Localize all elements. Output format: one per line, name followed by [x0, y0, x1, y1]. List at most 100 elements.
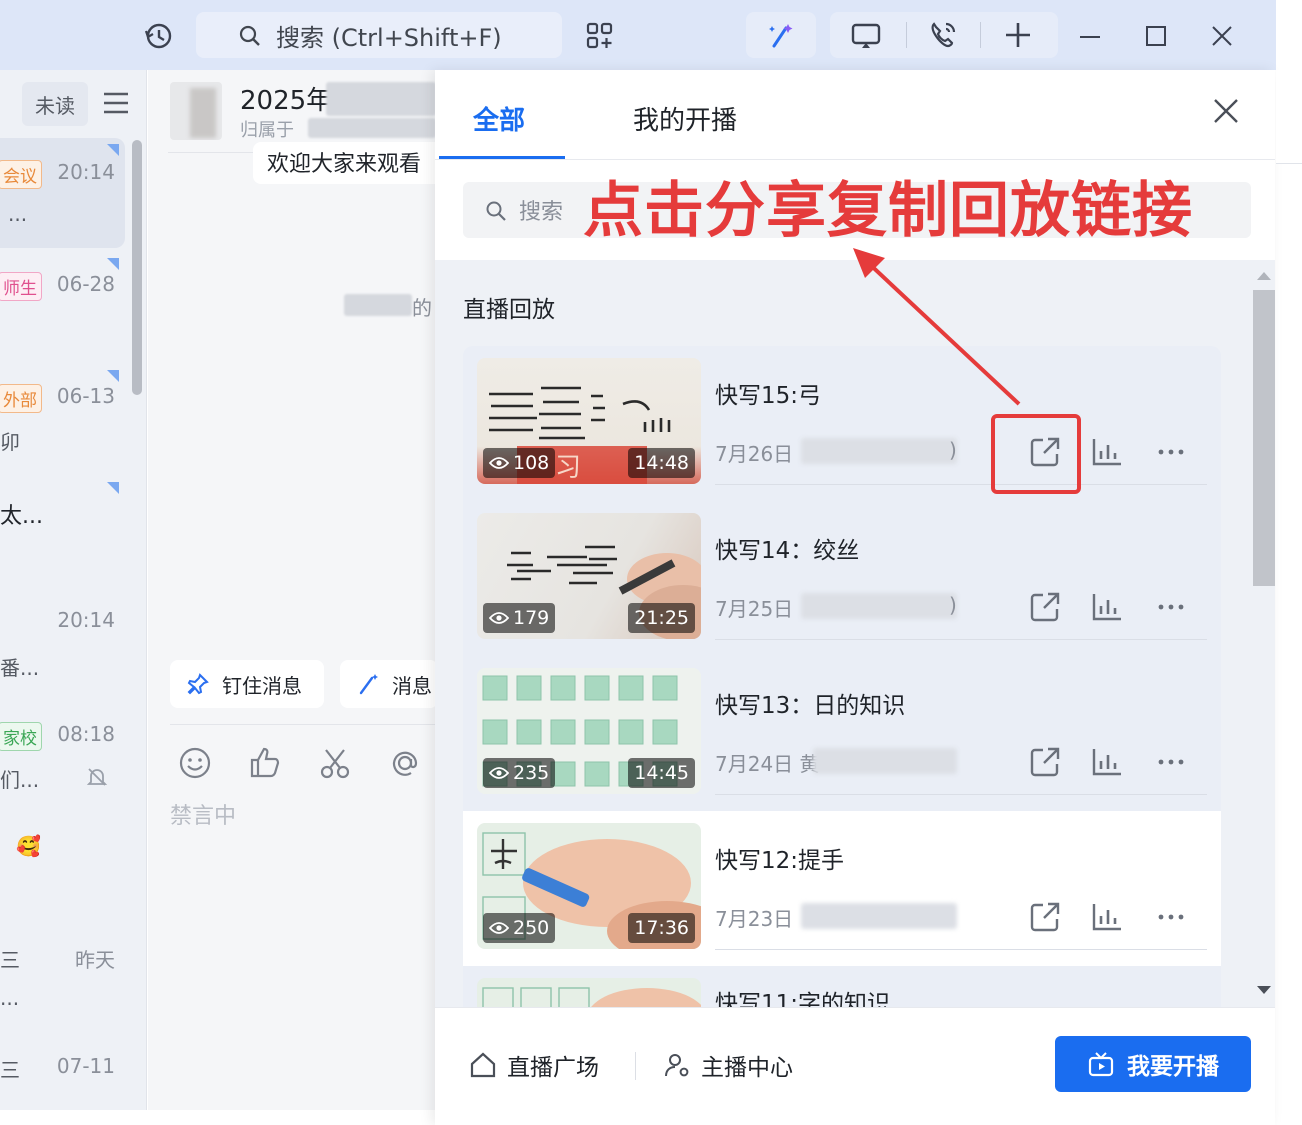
background-window-edge [1276, 70, 1302, 164]
message-text: 欢迎大家来观看 [267, 152, 422, 177]
replay-thumbnail[interactable]: 179 21:25 [477, 513, 701, 639]
maximize-icon[interactable] [1138, 18, 1174, 54]
close-icon[interactable] [1211, 96, 1241, 126]
left-list-scrollbar[interactable] [132, 140, 142, 395]
replay-thumbnail[interactable]: 习 108 14:48 [477, 358, 701, 484]
divider [715, 639, 1207, 640]
conversation-preview: 卯 [0, 430, 20, 454]
share-icon[interactable] [1027, 589, 1063, 625]
view-count: 108 [513, 452, 550, 474]
history-icon[interactable] [140, 18, 176, 54]
pin-icon [187, 673, 209, 695]
annotation-text: 点击分享复制回放链接 [583, 176, 1193, 246]
view-count: 179 [513, 607, 550, 629]
tag-label: 外部 [0, 384, 42, 413]
conversation-item[interactable]: 会议 20:14 ... [0, 138, 125, 248]
conversation-preview-line2: ... [0, 986, 20, 1010]
screen-share-button[interactable] [830, 12, 1058, 58]
replay-date: 7月23日 [715, 907, 794, 931]
conversation-preview: ... [8, 202, 28, 226]
scissors-icon[interactable] [318, 746, 352, 780]
unread-filter-button[interactable]: 未读 [22, 82, 88, 126]
more-icon[interactable] [1153, 744, 1189, 780]
live-plaza-link[interactable]: 直播广场 [469, 1048, 599, 1082]
redacted-host [801, 593, 957, 619]
thumbnail-image [482, 987, 701, 1007]
anchor-center-link[interactable]: 主播中心 [663, 1048, 793, 1082]
replay-thumbnail[interactable] [477, 978, 701, 1007]
replay-thumbnail[interactable]: 235 14:45 [477, 668, 701, 794]
live-replay-panel: 全部 我的开播 搜索 直播回放 习 108 14:48 快写15:弓 7月26日… [435, 70, 1275, 1125]
view-count-badge: 108 [483, 448, 556, 478]
eye-icon [489, 457, 509, 469]
tab-all[interactable]: 全部 [473, 100, 525, 137]
divider [170, 724, 438, 725]
more-icon[interactable] [1153, 589, 1189, 625]
group-avatar[interactable] [170, 82, 222, 140]
share-icon[interactable] [1027, 899, 1063, 935]
conversation-item[interactable]: 07-11 三 [0, 1044, 125, 1110]
conversation-item[interactable]: 外部 06-13 卯 [0, 370, 125, 470]
replay-card[interactable]: 179 21:25 快写14：绞丝 7月25日 ) [463, 501, 1221, 656]
view-count: 250 [513, 917, 550, 939]
conversation-item[interactable]: 师生 06-28 [0, 258, 125, 358]
menu-icon[interactable] [102, 90, 130, 116]
close-window-icon[interactable] [1204, 18, 1240, 54]
view-count-badge: 179 [483, 603, 556, 633]
conversation-item[interactable]: 家校 08:18 们... [0, 710, 125, 810]
duration: 17:36 [634, 917, 689, 939]
tab-my-live[interactable]: 我的开播 [633, 100, 737, 137]
conversation-item[interactable]: 昨天 三 ... [0, 932, 125, 1032]
more-icon[interactable] [1153, 899, 1189, 935]
scroll-up-arrow-icon[interactable] [1257, 272, 1271, 280]
replay-card[interactable]: 快写11:字的知识 [463, 966, 1221, 1007]
conversation-preview: 太... [0, 504, 43, 529]
replay-card[interactable]: 习 108 14:48 快写15:弓 7月26日 ) [463, 346, 1221, 501]
message-ai-button[interactable]: 消息 [340, 660, 438, 708]
minimize-icon[interactable] [1072, 18, 1108, 54]
divider [906, 22, 907, 48]
start-live-button[interactable]: 我要开播 [1055, 1036, 1251, 1092]
conversation-list: 未读 会议 20:14 ... 师生 06-28 外部 06-13 卯 太...… [0, 70, 147, 1110]
replay-card[interactable]: 250 17:36 快写12:提手 7月23日 [463, 811, 1221, 966]
conversation-preview: 🥰 [16, 834, 41, 858]
replay-thumbnail[interactable]: 250 17:36 [477, 823, 701, 949]
divider [715, 794, 1207, 795]
view-count-badge: 250 [483, 913, 556, 943]
statistics-icon[interactable] [1089, 744, 1125, 780]
replay-card[interactable]: 235 14:45 快写13：日的知识 7月24日 黄 [463, 656, 1221, 811]
replay-title: 快写13：日的知识 [715, 693, 906, 719]
view-count-badge: 235 [483, 758, 556, 788]
redacted-host [801, 903, 957, 929]
duration-badge: 21:25 [628, 603, 695, 633]
global-search-input[interactable]: 搜索 (Ctrl+Shift+F) [196, 12, 562, 58]
replay-list-scrollbar-thumb[interactable] [1253, 290, 1275, 586]
at-mention-icon[interactable] [388, 746, 422, 780]
replay-date-suffix: ) [949, 438, 957, 462]
conversation-item[interactable]: 太... [0, 482, 125, 582]
duration: 21:25 [634, 607, 689, 629]
conversation-item[interactable]: 🥰 [0, 822, 125, 922]
apps-grid-icon[interactable] [582, 18, 618, 54]
tv-icon [1088, 1052, 1114, 1077]
scroll-down-arrow-icon[interactable] [1257, 986, 1271, 994]
duration-badge: 14:45 [628, 758, 695, 788]
start-live-label: 我要开播 [1127, 1054, 1219, 1080]
conversation-item[interactable]: 20:14 番... [0, 596, 125, 696]
statistics-icon[interactable] [1089, 899, 1125, 935]
statistics-icon[interactable] [1089, 589, 1125, 625]
eye-icon [489, 612, 509, 624]
statistics-icon[interactable] [1089, 434, 1125, 470]
emoji-icon[interactable] [178, 746, 212, 780]
title-bar: 搜索 (Ctrl+Shift+F) [0, 0, 1276, 70]
share-icon[interactable] [1027, 744, 1063, 780]
duration: 14:45 [634, 762, 689, 784]
thumbs-up-icon[interactable] [248, 746, 282, 780]
search-icon [486, 201, 506, 221]
conversation-time: 08:18 [57, 722, 115, 746]
more-icon[interactable] [1153, 434, 1189, 470]
ai-assistant-button[interactable] [746, 12, 816, 58]
conversation-time: 20:14 [57, 608, 115, 632]
eye-icon [489, 922, 509, 934]
pin-message-button[interactable]: 钉住消息 [170, 660, 324, 708]
